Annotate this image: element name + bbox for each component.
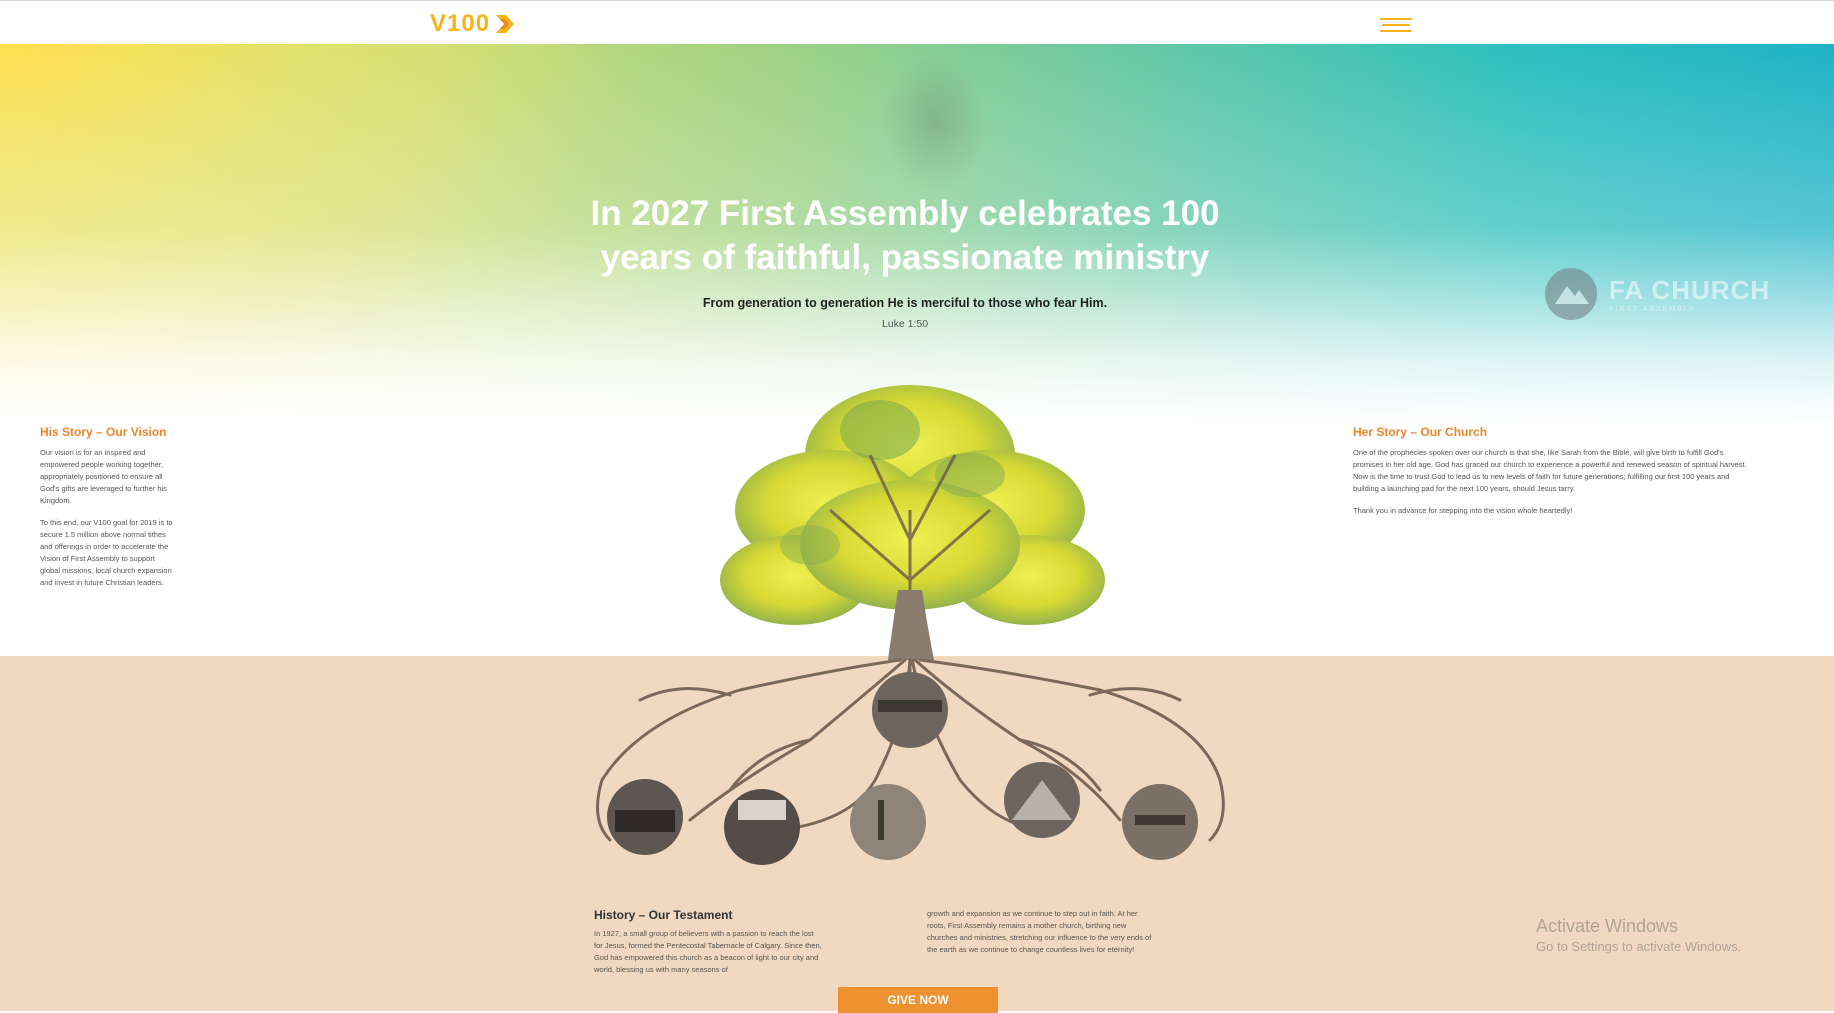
scripture-reference: Luke 1:50 — [881, 318, 929, 330]
history-photo-1 — [872, 672, 948, 748]
history-title: History – Our Testament — [594, 908, 733, 922]
her-story-paragraph-1: One of the prophecies spoken over our ch… — [1353, 448, 1747, 493]
v100-logo[interactable]: V100 — [430, 10, 516, 37]
hero-headline: In 2027 First Assembly celebrates 100 ye… — [560, 192, 1250, 280]
activate-windows-title: Activate Windows — [1536, 916, 1679, 936]
her-story-title: Her Story – Our Church — [1353, 425, 1488, 439]
history-photo-6 — [1122, 784, 1198, 860]
tree-canopy — [720, 385, 1105, 625]
his-story-paragraph-2: To this end, our V100 goal for 2019 is t… — [40, 518, 173, 587]
logo-text: V100 — [430, 10, 491, 37]
fa-church-tagline: FIRST ASSEMBLY — [1609, 306, 1696, 313]
chevron-right-icon — [496, 15, 515, 33]
his-story-section: His Story – Our Vision Our vision is for… — [40, 425, 175, 599]
his-story-paragraph-1: Our vision is for an inspired and empowe… — [40, 448, 167, 505]
fa-church-watermark: FA CHURCH FIRST ASSEMBLY — [1545, 268, 1770, 320]
history-photo-3 — [724, 789, 800, 865]
her-story-section: Her Story – Our Church One of the prophe… — [1353, 425, 1753, 527]
windows-activation-watermark: Activate Windows Go to Settings to activ… — [1536, 916, 1741, 954]
headline-line-2: years of faithful, passionate ministry — [600, 238, 1210, 277]
fa-church-name: FA CHURCH — [1609, 275, 1771, 305]
his-story-title: His Story – Our Vision — [40, 425, 167, 439]
tree-with-roots-illustration — [596, 385, 1225, 865]
mountain-logo-icon — [1545, 268, 1597, 320]
history-photo-4 — [850, 784, 926, 860]
give-now-button[interactable]: GIVE NOW — [838, 987, 998, 1013]
her-story-paragraph-2: Thank you in advance for stepping into t… — [1353, 506, 1573, 515]
history-photo-5 — [1004, 762, 1080, 838]
history-photo-2 — [607, 779, 683, 855]
top-nav-bar: V100 — [0, 0, 1834, 45]
hamburger-menu-icon[interactable] — [1380, 15, 1412, 35]
scripture-verse: From generation to generation He is merc… — [702, 296, 1108, 310]
history-paragraph-2: growth and expansion as we continue to s… — [927, 909, 1152, 954]
headline-line-1: In 2027 First Assembly celebrates 100 — [590, 194, 1220, 233]
history-paragraph-1: In 1927, a small group of believers with… — [594, 929, 822, 974]
activate-windows-subtitle: Go to Settings to activate Windows. — [1536, 939, 1742, 954]
